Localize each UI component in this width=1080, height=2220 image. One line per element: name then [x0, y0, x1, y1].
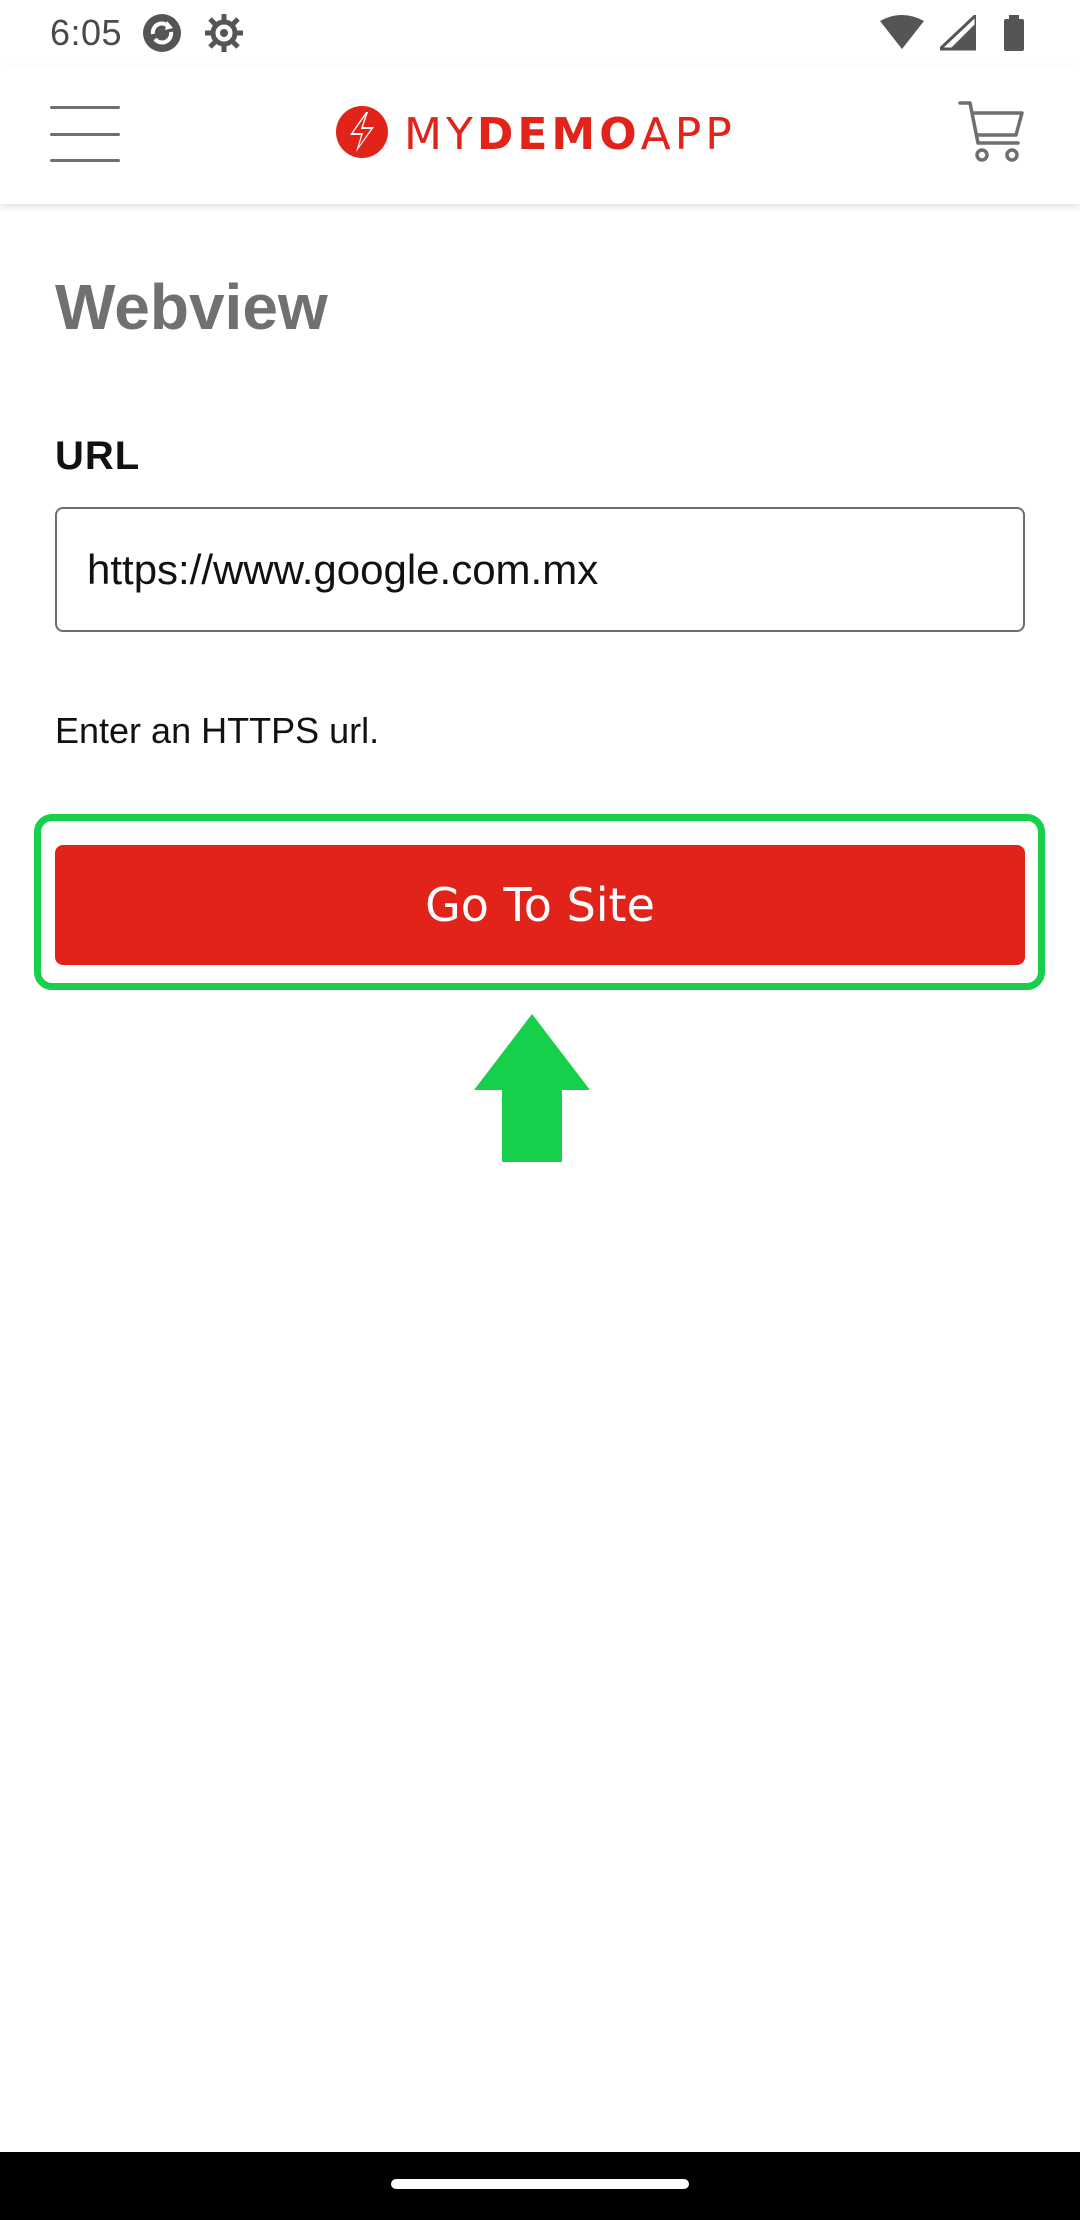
menu-bar-line: [50, 132, 120, 136]
helper-text: Enter an HTTPS url.: [55, 710, 380, 751]
signal-icon: [936, 11, 980, 55]
hamburger-menu-button[interactable]: [50, 106, 126, 162]
menu-bar-line: [50, 159, 120, 162]
logo-text-app: APP: [640, 108, 736, 160]
url-input[interactable]: [55, 507, 1025, 632]
status-time: 6:05: [50, 12, 123, 53]
logo-text-demo: DEMO: [476, 108, 641, 160]
logo-text-my: MY: [404, 108, 477, 160]
app-logo: MYDEMOAPP: [334, 104, 736, 164]
settings-gear-icon: [202, 11, 246, 55]
up-arrow-icon: [472, 1014, 592, 1162]
home-gesture-pill[interactable]: [391, 2179, 689, 2189]
page-title: Webview: [55, 271, 328, 343]
battery-icon: [992, 11, 1036, 55]
sync-icon: [140, 11, 184, 55]
status-left: 6:05: [50, 11, 246, 55]
lightning-bolt-icon: [334, 104, 390, 165]
wifi-icon: [880, 11, 924, 55]
menu-bar-line: [50, 106, 120, 109]
url-label: URL: [55, 434, 141, 478]
shopping-cart-icon: [958, 99, 1026, 170]
status-bar: 6:05: [0, 0, 1080, 66]
app-header: MYDEMOAPP: [0, 66, 1080, 204]
logo-text: MYDEMOAPP: [404, 109, 736, 160]
system-nav-bar: [0, 2152, 1080, 2220]
status-right: [880, 11, 1036, 55]
cart-button[interactable]: [956, 98, 1028, 170]
go-to-site-button[interactable]: Go To Site: [55, 845, 1025, 965]
